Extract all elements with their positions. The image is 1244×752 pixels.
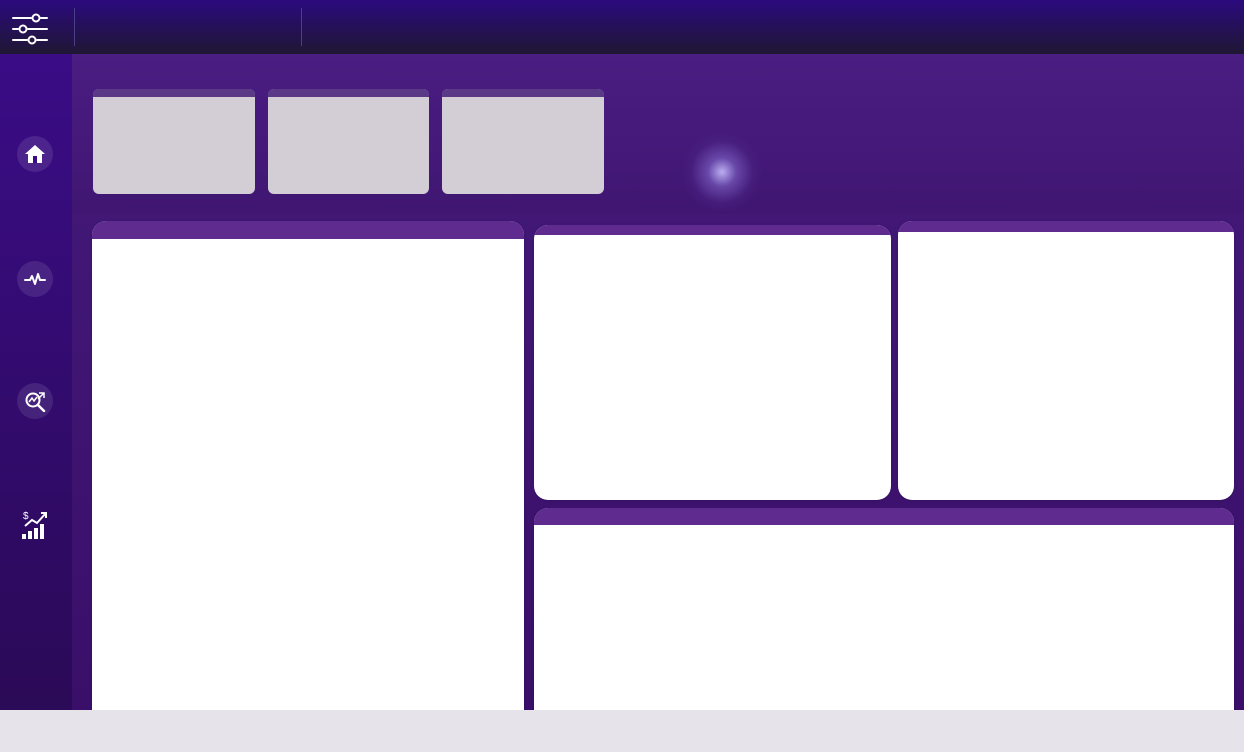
panel-header xyxy=(898,221,1234,232)
kpi-card-header xyxy=(268,89,429,97)
sidebar-item-activity[interactable] xyxy=(17,261,53,297)
pulse-icon xyxy=(24,273,46,285)
kpi-card-header xyxy=(442,89,604,97)
growth-chart-icon: $ xyxy=(22,511,47,539)
top-bar xyxy=(0,0,1244,54)
kpi-card xyxy=(268,89,429,194)
sliders-icon xyxy=(12,13,48,45)
sidebar-item-analysis[interactable] xyxy=(17,383,53,419)
sidebar: $ xyxy=(0,54,72,710)
kpi-card xyxy=(442,89,604,194)
panel-header xyxy=(534,508,1234,525)
panel-header xyxy=(92,221,524,239)
cursor-glow xyxy=(682,132,762,212)
toolbar-divider xyxy=(301,8,302,46)
sidebar-item-revenue[interactable]: $ xyxy=(17,506,53,542)
sidebar-item-home[interactable] xyxy=(17,136,53,172)
dashboard-panel-center xyxy=(534,225,891,500)
svg-text:$: $ xyxy=(23,511,29,522)
panel-header xyxy=(534,225,891,235)
dashboard-panel-right xyxy=(898,221,1234,500)
filter-menu-button[interactable] xyxy=(10,12,50,46)
kpi-card xyxy=(93,89,255,194)
toolbar-divider xyxy=(74,8,75,46)
search-chart-icon xyxy=(25,392,46,412)
page-footer-background xyxy=(0,710,1244,752)
home-icon xyxy=(25,145,45,163)
kpi-card-header xyxy=(93,89,255,97)
dashboard-panel-left xyxy=(92,221,524,745)
